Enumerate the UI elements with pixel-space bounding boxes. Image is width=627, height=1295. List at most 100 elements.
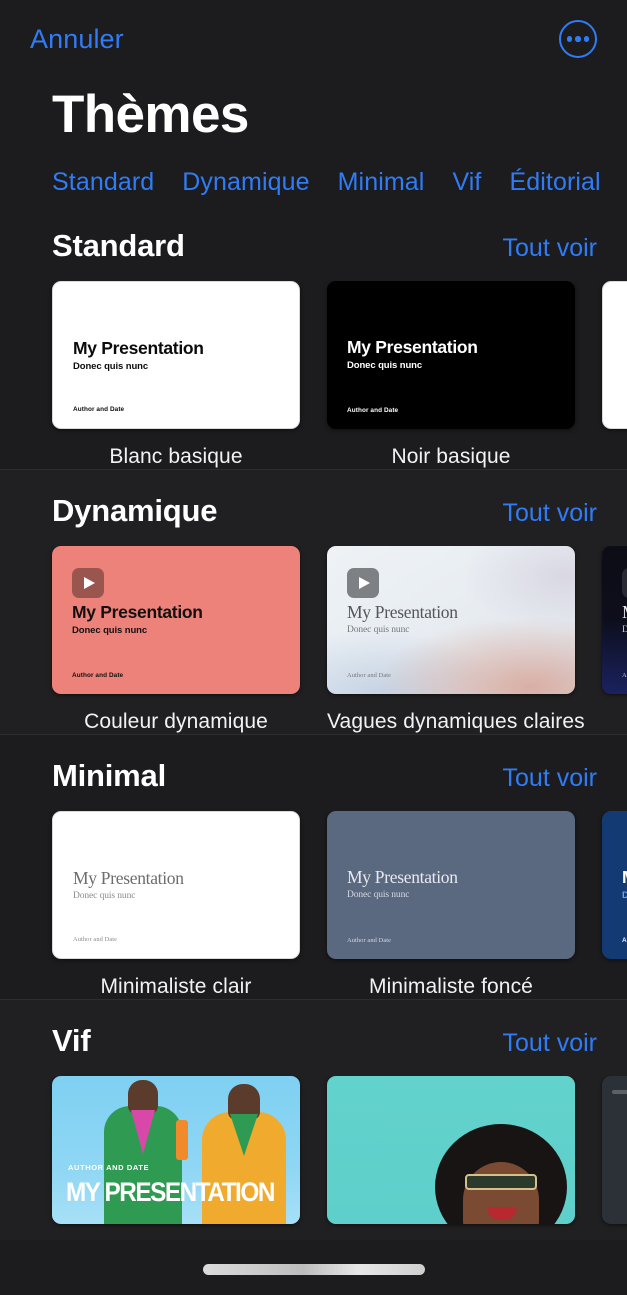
theme-card-label: Noir basique	[391, 445, 511, 468]
section-header: Vif Tout voir	[0, 1023, 627, 1059]
slide-text-block: My Presentation Donec quis nunc	[347, 337, 478, 372]
category-tab-strip[interactable]: Standard Dynamique Minimal Vif Éditorial…	[0, 160, 627, 204]
slide-title: My Presentation	[73, 338, 204, 358]
play-icon	[347, 568, 379, 598]
section-vif: Vif Tout voir AUTHOR AND DATE MY PRESENT…	[0, 999, 627, 1240]
theme-card[interactable]: My Presentation Donec quis nunc Author a…	[327, 811, 575, 999]
theme-thumbnail-noir-basique[interactable]: My Presentation Donec quis nunc Author a…	[327, 281, 575, 429]
more-circle-icon[interactable]	[559, 20, 597, 58]
slide-title: My Presentation	[622, 868, 627, 887]
theme-thumbnail-minimaliste-fonce[interactable]: My Presentation Donec quis nunc Author a…	[327, 811, 575, 959]
theme-card-label: Minimaliste clair	[100, 975, 252, 998]
section-dynamique: Dynamique Tout voir My Presentation Done…	[0, 469, 627, 734]
cancel-button[interactable]: Annuler	[30, 24, 124, 55]
theme-card[interactable]: AUTHOR AND DATE MY PRESENTATION	[52, 1076, 300, 1240]
slide-author: Author and Date	[347, 672, 392, 679]
theme-card[interactable]: My Presentation Donec quis nunc Author a…	[52, 281, 300, 469]
see-all-link-vif[interactable]: Tout voir	[503, 1029, 597, 1058]
theme-thumbnail-couleur-dynamique[interactable]: My Presentation Donec quis nunc Author a…	[52, 546, 300, 694]
slide-title: My Presentation	[72, 602, 203, 622]
slide-text-block: My Presentation Donec quis nunc	[347, 867, 458, 901]
theme-card[interactable]: My Presentation Donec quis nunc Author a…	[52, 546, 300, 734]
section-title: Vif	[52, 1023, 91, 1058]
section-title: Minimal	[52, 758, 167, 793]
slide-title: My Presentation	[347, 602, 458, 622]
slide-author: Author and Date	[73, 406, 125, 413]
see-all-link-minimal[interactable]: Tout voir	[503, 764, 597, 793]
tab-vif[interactable]: Vif	[452, 168, 481, 197]
theme-card-partial[interactable]: My Presentation Donec quis nunc Author a…	[602, 811, 627, 999]
theme-card-partial[interactable]	[602, 1076, 627, 1240]
slide-text-block: My Presentation Donec quis nunc	[622, 868, 627, 902]
slide-subtitle: Donec quis nunc	[73, 891, 136, 901]
slide-title: My Presentation	[347, 867, 458, 887]
theme-card-partial[interactable]	[602, 281, 627, 469]
themes-picker-screen: Annuler Thèmes Standard Dynamique Minima…	[0, 0, 627, 1295]
theme-card-label: Minimaliste foncé	[369, 975, 533, 998]
slide-text-block: My Presentation Donec quis nunc	[72, 602, 203, 637]
theme-thumbnail-partial[interactable]	[602, 281, 627, 429]
see-all-link-standard[interactable]: Tout voir	[503, 234, 597, 263]
theme-card[interactable]: My Presentation Donec quis nunc Author a…	[327, 281, 575, 469]
page-title: Thèmes	[52, 85, 249, 144]
theme-thumbnail-blanc-basique[interactable]: My Presentation Donec quis nunc Author a…	[52, 281, 300, 429]
tie-shape	[176, 1120, 188, 1160]
tab-dynamique[interactable]: Dynamique	[182, 168, 309, 197]
slide-author: AUTHOR AND DATE	[68, 1163, 150, 1172]
theme-thumbnail-partial[interactable]: My Presentation Donec quis nunc Author a…	[602, 811, 627, 959]
theme-thumbnail-vagues-dynamiques-claires[interactable]: My Presentation Donec quis nunc Author a…	[327, 546, 575, 694]
home-indicator[interactable]	[202, 1264, 425, 1275]
slide-subtitle: Donec quis nunc	[347, 625, 410, 635]
theme-card-label: Couleur dynamique	[84, 710, 268, 733]
slide-subtitle: Donec quis nunc	[347, 890, 410, 900]
theme-card-row[interactable]: My Presentation Donec quis nunc Author a…	[0, 281, 627, 469]
slide-text-block: My Presentation Donec quis nunc	[73, 869, 184, 902]
theme-card[interactable]: My Presentation Donec quis nunc Author a…	[52, 811, 300, 999]
slide-text-block: My Presentation Donec quis nunc	[73, 338, 204, 373]
theme-thumbnail-vif-photo-two[interactable]	[327, 1076, 575, 1224]
section-header: Dynamique Tout voir	[0, 493, 627, 529]
slide-text-block: My Presentation Donec quis nunc	[347, 602, 458, 636]
slide-author: Author and Date	[73, 936, 118, 943]
slide-title: MY PRESENTATION	[66, 1177, 275, 1207]
navigation-bar: Annuler	[0, 0, 627, 78]
theme-card[interactable]	[327, 1076, 575, 1240]
slide-subtitle: Donec quis nunc	[347, 360, 423, 371]
tab-standard[interactable]: Standard	[52, 168, 154, 197]
see-all-link-dynamique[interactable]: Tout voir	[503, 499, 597, 528]
theme-card-label: Vagues dynamiques claires	[327, 710, 585, 733]
theme-card-row[interactable]: My Presentation Donec quis nunc Author a…	[0, 811, 627, 999]
slide-author: Author and Date	[347, 407, 399, 414]
dot	[583, 36, 590, 42]
tab-minimal[interactable]: Minimal	[338, 168, 425, 197]
tab-editorial[interactable]: Éditorial	[509, 168, 600, 197]
theme-card-partial[interactable]: My Presentation Donec quis nunc Author a…	[602, 546, 627, 734]
slide-title: My Presentation	[347, 337, 478, 357]
slide-subtitle: Donec quis nunc	[622, 890, 627, 901]
slide-author: Author and Date	[622, 937, 627, 944]
slide-author: Author and Date	[622, 672, 627, 679]
theme-card-label: Blanc basique	[109, 445, 243, 468]
theme-thumbnail-vif-photo-one[interactable]: AUTHOR AND DATE MY PRESENTATION	[52, 1076, 300, 1224]
play-icon	[622, 568, 627, 598]
theme-card-row[interactable]: My Presentation Donec quis nunc Author a…	[0, 546, 627, 734]
section-standard: Standard Tout voir My Presentation Donec…	[0, 204, 627, 469]
theme-thumbnail-partial[interactable]	[602, 1076, 627, 1224]
section-title: Dynamique	[52, 493, 218, 528]
theme-card[interactable]: My Presentation Donec quis nunc Author a…	[327, 546, 585, 734]
theme-card-row[interactable]: AUTHOR AND DATE MY PRESENTATION	[0, 1076, 627, 1240]
sunglasses-shape	[465, 1174, 537, 1190]
theme-thumbnail-minimaliste-clair[interactable]: My Presentation Donec quis nunc Author a…	[52, 811, 300, 959]
theme-thumbnail-partial[interactable]: My Presentation Donec quis nunc Author a…	[602, 546, 627, 694]
decorative-bar	[612, 1090, 627, 1094]
section-minimal: Minimal Tout voir My Presentation Donec …	[0, 734, 627, 999]
section-title: Standard	[52, 228, 185, 263]
dot	[566, 36, 573, 42]
play-icon	[72, 568, 104, 598]
dot	[575, 36, 581, 42]
slide-subtitle: Donec quis nunc	[73, 361, 149, 372]
slide-subtitle: Donec quis nunc	[622, 625, 627, 635]
slide-author: Author and Date	[72, 672, 124, 679]
section-header: Minimal Tout voir	[0, 758, 627, 794]
slide-author: Author and Date	[347, 937, 392, 944]
